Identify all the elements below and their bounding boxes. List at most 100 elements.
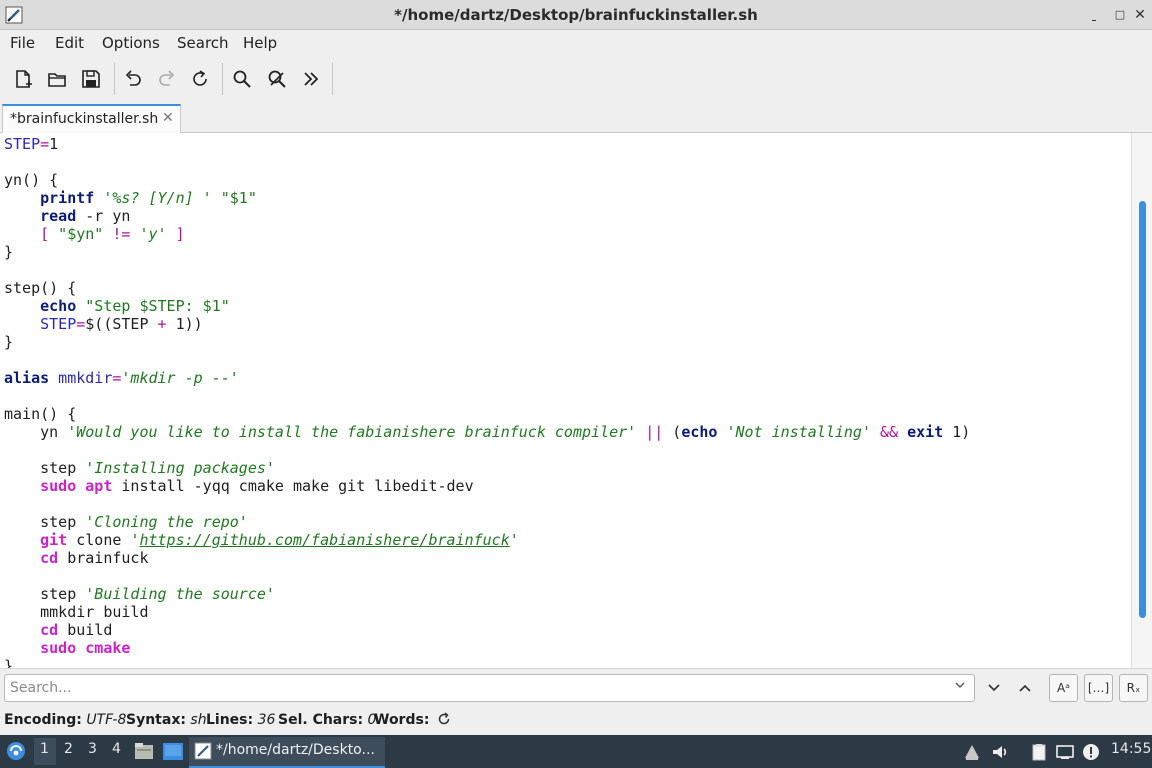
vertical-scrollbar[interactable]: [1131, 133, 1152, 668]
start-menu-icon[interactable]: [5, 740, 27, 762]
code-editor[interactable]: STEP=1​yn() { printf '%s? [Y/n] ' "$1" r…: [0, 133, 1152, 668]
code-token: $((STEP: [85, 315, 158, 333]
code-token: yn: [4, 423, 68, 441]
search-input[interactable]: [4, 674, 975, 702]
code-token: echo: [681, 423, 718, 441]
status-sel-chars: Sel. Chars: 0: [278, 712, 377, 728]
code-token: git: [40, 531, 68, 549]
code-line: ​: [4, 441, 970, 459]
reload-icon[interactable]: [187, 66, 213, 92]
code-token: mmkdir build: [4, 603, 149, 621]
code-token: 'Building the source': [85, 585, 275, 603]
menu-options[interactable]: Options: [102, 34, 160, 52]
undo-icon[interactable]: [120, 66, 146, 92]
code-line: ​: [4, 567, 970, 585]
code-line: }: [4, 657, 970, 668]
code-token: "$yn": [49, 225, 104, 243]
code-line: step() {: [4, 279, 970, 297]
code-token: cd: [40, 549, 59, 567]
volume-icon[interactable]: [991, 743, 1009, 761]
refresh-words-icon[interactable]: [436, 711, 452, 731]
code-token: 'Installing packages': [85, 459, 275, 477]
new-file-icon[interactable]: [10, 66, 36, 92]
save-icon[interactable]: [78, 66, 104, 92]
status-bar: Encoding: UTF-8 Syntax: sh Lines: 36 Sel…: [0, 706, 1152, 735]
code-line: yn 'Would you like to install the fabian…: [4, 423, 970, 441]
scrollbar-thumb[interactable]: [1139, 201, 1146, 618]
whole-word-button[interactable]: […]: [1084, 674, 1113, 702]
workspace-1[interactable]: 1: [40, 741, 49, 757]
clipboard-icon[interactable]: [1030, 743, 1048, 761]
regex-button[interactable]: Rₓ: [1119, 674, 1148, 702]
code-token: =: [76, 315, 86, 333]
code-token: 1): [943, 423, 971, 441]
network-icon[interactable]: [1056, 743, 1074, 761]
code-token: step() {: [4, 279, 77, 297]
code-token: cd: [40, 621, 59, 639]
file-manager-icon[interactable]: [134, 742, 154, 760]
close-button[interactable]: ✕: [1130, 5, 1150, 25]
open-folder-icon[interactable]: [44, 66, 70, 92]
taskbar-window-label: */home/dartz/Deskto...: [216, 742, 375, 758]
code-token: ||: [636, 423, 664, 441]
find-next-icon[interactable]: [982, 675, 1006, 701]
redo-icon[interactable]: [154, 66, 180, 92]
code-token: STEP: [4, 135, 41, 153]
code-line: STEP=1: [4, 135, 970, 153]
code-token: apt: [85, 477, 113, 495]
code-token: ]: [166, 225, 185, 243]
code-line: git clone 'https://github.com/fabianishe…: [4, 531, 970, 549]
find-previous-icon[interactable]: [1013, 675, 1037, 701]
code-token: alias: [4, 369, 50, 387]
code-line: ​: [4, 495, 970, 513]
code-token: STEP: [40, 315, 77, 333]
code-token: build: [58, 621, 113, 639]
code-token: }: [4, 243, 14, 261]
code-token: 'Would you like to install the fabianish…: [67, 423, 637, 441]
code-token: yn() {: [4, 171, 59, 189]
tab-close-icon[interactable]: ✕: [162, 110, 174, 126]
mousepad-icon: [194, 742, 212, 760]
code-token: }: [4, 657, 14, 668]
search-history-dropdown-icon[interactable]: [954, 679, 966, 694]
find-icon[interactable]: [229, 66, 255, 92]
code-token: step: [4, 513, 86, 531]
code-token: cmake: [85, 639, 131, 657]
taskbar-window-mousepad[interactable]: */home/dartz/Deskto...: [189, 737, 385, 768]
status-lines: Lines: 36: [206, 712, 276, 728]
updates-icon[interactable]: [963, 743, 981, 761]
menu-file[interactable]: File: [10, 34, 35, 52]
match-case-button[interactable]: Aᵃ: [1049, 674, 1078, 702]
more-icon[interactable]: [298, 66, 324, 92]
title-bar: */home/dartz/Desktop/brainfuckinstaller.…: [0, 0, 1152, 30]
menu-search[interactable]: Search: [177, 34, 229, 52]
code-line: cd build: [4, 621, 970, 639]
find-replace-icon[interactable]: [264, 66, 290, 92]
code-token: 'Not installing': [717, 423, 871, 441]
code-line: alias mmkdir='mkdir -p --': [4, 369, 970, 387]
code-line: step 'Installing packages': [4, 459, 970, 477]
workspace-3[interactable]: 3: [88, 741, 97, 757]
code-token: 'y': [130, 225, 167, 243]
tab-brainfuckinstaller[interactable]: *brainfuckinstaller.sh ✕: [2, 104, 181, 134]
menu-edit[interactable]: Edit: [55, 34, 84, 52]
maximize-button[interactable]: □: [1110, 5, 1130, 25]
menu-bar: File Edit Options Search Help: [0, 30, 1152, 56]
notification-icon[interactable]: [1082, 743, 1100, 761]
workspace-4[interactable]: 4: [112, 741, 121, 757]
code-token: step: [4, 585, 86, 603]
show-desktop-icon[interactable]: [163, 743, 183, 760]
menu-help[interactable]: Help: [243, 34, 277, 52]
minimize-button[interactable]: ˍ: [1084, 5, 1104, 25]
workspace-2[interactable]: 2: [64, 741, 73, 757]
code-token: echo: [40, 297, 77, 315]
code-line: }: [4, 243, 970, 261]
code-token: =: [40, 135, 50, 153]
